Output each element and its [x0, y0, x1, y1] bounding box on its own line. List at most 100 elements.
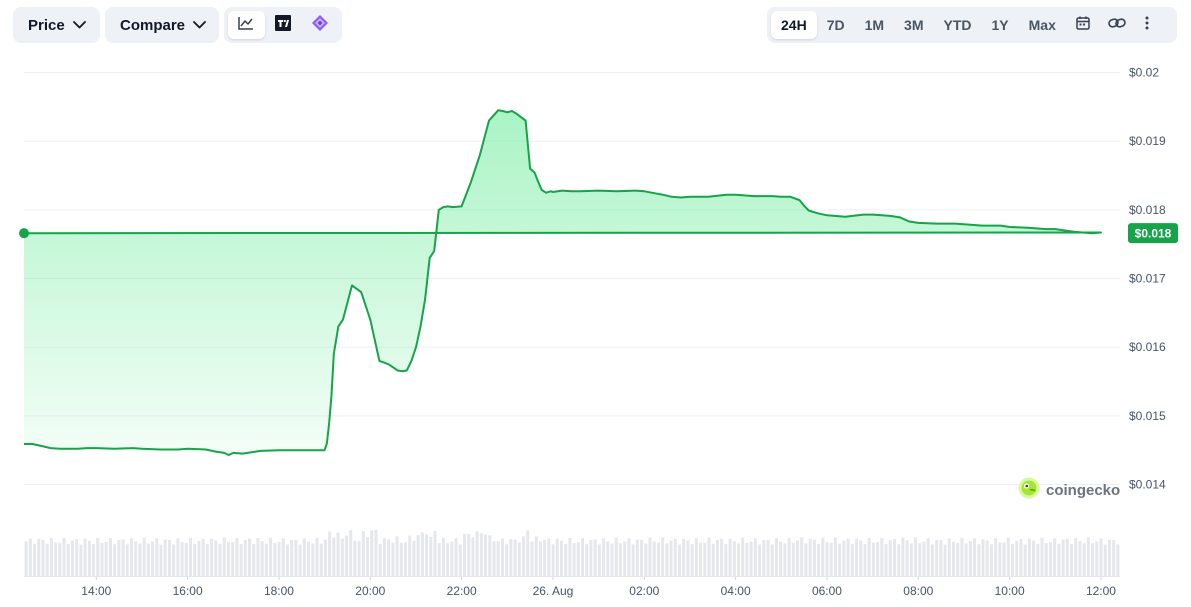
volume-bar [855, 538, 859, 576]
x-tick-label: 06:00 [812, 584, 842, 598]
volume-bar [218, 543, 222, 576]
volume-bar [62, 538, 66, 576]
volume-bar [167, 540, 171, 576]
volume-bar [711, 543, 715, 576]
volume-bar [602, 538, 606, 576]
volume-bar [745, 542, 749, 576]
price-chart[interactable]: $0.014 $0.015 $0.016 $0.017 $0.018 $0.019 $0.0… [0, 50, 1191, 607]
volume-bar [197, 540, 201, 576]
link-button[interactable] [1100, 11, 1134, 39]
volume-bar [753, 538, 757, 576]
volume-bar [926, 538, 930, 576]
volume-bar [205, 544, 209, 576]
diamond-button[interactable] [301, 11, 338, 39]
volume-bar [568, 537, 572, 576]
volume-bar [353, 540, 357, 576]
volume-bar [838, 543, 842, 576]
x-tick-label: 16:00 [173, 584, 203, 598]
volume-bar [888, 540, 892, 576]
link-icon [1108, 16, 1126, 35]
volume-bar [1048, 542, 1052, 576]
volume-bar [113, 544, 117, 576]
range-button-7d[interactable]: 7D [817, 11, 855, 39]
volume-bar [277, 542, 281, 576]
volume-bar [1095, 541, 1099, 576]
volume-bar [425, 534, 429, 576]
volume-bar [344, 535, 348, 576]
volume-bar [328, 531, 332, 576]
volume-bar [914, 537, 918, 576]
range-button-1m[interactable]: 1M [855, 11, 894, 39]
volume-bar [985, 540, 989, 576]
volume-bar [92, 543, 96, 576]
range-button-max[interactable]: Max [1019, 11, 1066, 39]
volume-bar [340, 538, 344, 576]
volume-bar [500, 538, 504, 576]
volume-bar [479, 533, 483, 576]
volume-bar [614, 537, 618, 576]
volume-bar [108, 538, 112, 576]
y-tick-label: $0.016 [1129, 340, 1166, 354]
volume-bar [467, 533, 471, 576]
more-vertical-icon [1145, 16, 1149, 35]
volume-bar [728, 538, 732, 576]
volume-bar [808, 538, 812, 576]
volume-bar [994, 538, 998, 576]
volume-bar [585, 544, 589, 576]
volume-bar [935, 539, 939, 576]
volume-bar [70, 540, 74, 576]
volume-bar [973, 538, 977, 576]
tradingview-button[interactable] [265, 11, 302, 39]
volume-bar [260, 541, 264, 576]
line-chart-button[interactable] [228, 11, 265, 39]
volume-bar [758, 544, 762, 576]
volume-bar [269, 537, 273, 576]
chevron-down-icon [193, 21, 206, 29]
time-range-selector: 24H 7D 1M 3M YTD 1Y Max [767, 7, 1177, 43]
volume-bar [79, 544, 83, 576]
volume-bar [543, 540, 547, 576]
volume-bar [812, 539, 816, 576]
volume-bar [774, 538, 778, 576]
volume-bar [387, 539, 391, 576]
volume-bar [475, 531, 479, 576]
volume-bar [871, 542, 875, 576]
volume-bar [589, 540, 593, 576]
price-dropdown[interactable]: Price [13, 7, 100, 43]
volume-bar [1103, 544, 1107, 576]
volume-bar [496, 541, 500, 576]
volume-bar [559, 540, 563, 576]
range-button-1y[interactable]: 1Y [982, 11, 1019, 39]
volume-bar [1116, 544, 1120, 576]
calendar-button[interactable] [1066, 11, 1100, 39]
tradingview-icon [275, 14, 291, 36]
diamond-icon [311, 14, 329, 37]
y-tick-label: $0.015 [1129, 409, 1166, 423]
range-button-ytd[interactable]: YTD [934, 11, 982, 39]
volume-bar [770, 544, 774, 576]
volume-bar [458, 544, 462, 576]
volume-bar [357, 541, 361, 576]
compare-dropdown[interactable]: Compare [105, 7, 219, 43]
volume-bar [290, 540, 294, 576]
range-button-3m[interactable]: 3M [894, 11, 933, 39]
gecko-logo-icon [1018, 477, 1040, 504]
volume-bar [526, 530, 530, 576]
volume-bar [1065, 538, 1069, 576]
volume-bar [720, 538, 724, 576]
volume-bar [159, 544, 163, 576]
volume-bar [796, 540, 800, 576]
range-button-24h[interactable]: 24H [771, 11, 817, 39]
volume-bar [905, 540, 909, 576]
volume-bar [686, 540, 690, 576]
volume-bar [703, 542, 707, 576]
more-options-button[interactable] [1134, 11, 1160, 39]
volume-bar [766, 539, 770, 576]
x-tick-label: 20:00 [355, 584, 385, 598]
volume-bar [522, 536, 526, 576]
volume-bar [1057, 543, 1061, 576]
volume-bar [264, 543, 268, 576]
volume-bar [33, 544, 37, 576]
volume-bar [58, 542, 62, 576]
volume-bar [694, 538, 698, 576]
